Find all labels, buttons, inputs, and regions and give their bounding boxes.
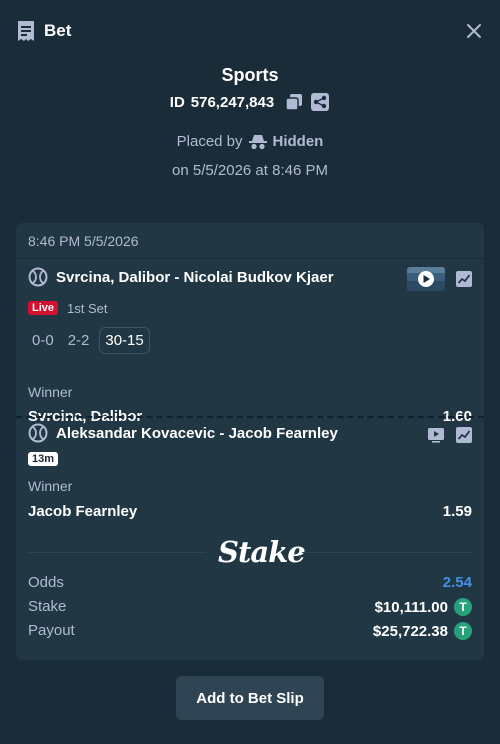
live-stream-thumbnail[interactable] xyxy=(407,267,445,291)
incognito-icon xyxy=(248,134,267,149)
tennis-ball-icon xyxy=(28,267,48,287)
stats-icon[interactable] xyxy=(455,426,473,444)
selection-odds: 1.59 xyxy=(442,503,472,520)
bet-slip-icon xyxy=(18,21,34,41)
selection-name: Jacob Fearnley xyxy=(28,503,138,520)
market-label: Winner xyxy=(28,478,73,494)
bet-id-label: ID xyxy=(169,93,185,111)
copy-icon[interactable] xyxy=(284,92,304,112)
start-time-badge: 13m xyxy=(28,452,59,466)
bet-card: 8:46 PM 5/5/2026 Svrcina, Dalibor - Nico… xyxy=(16,223,484,660)
divider xyxy=(302,552,472,553)
bet-id-row: ID 576,247,843 xyxy=(0,92,500,112)
stake-amount: $10,111.00 T xyxy=(375,598,472,616)
stats-icon[interactable] xyxy=(455,270,473,288)
stake-logo: Stake xyxy=(218,535,306,569)
odds-label: Odds xyxy=(28,574,64,591)
brand-divider: Stake xyxy=(28,535,472,571)
tennis-ball-icon xyxy=(28,423,48,443)
close-icon[interactable] xyxy=(464,20,484,42)
divider xyxy=(28,552,206,553)
market-label: Winner xyxy=(28,384,73,400)
modal-title: Bet xyxy=(44,21,72,40)
score-sets: 0-0 xyxy=(32,332,54,349)
payout-row: Payout $25,722.38 T xyxy=(28,622,472,644)
odds-row: Odds 2.54 xyxy=(28,574,472,596)
odds-value: 2.54 xyxy=(442,574,472,591)
placed-by-row: Placed by Hidden xyxy=(0,133,500,150)
sport-title: Sports xyxy=(221,65,279,85)
modal-header: Bet xyxy=(0,0,500,62)
placed-by-label: Placed by xyxy=(176,133,243,150)
stake-row: Stake $10,111.00 T xyxy=(28,598,472,620)
stake-value: $10,111.00 xyxy=(374,598,448,616)
tether-icon: T xyxy=(454,622,472,640)
match-title[interactable]: Aleksandar Kovacevic - Jacob Fearnley xyxy=(56,425,338,442)
payout-amount: $25,722.38 T xyxy=(373,622,472,640)
bet-leg: Aleksandar Kovacevic - Jacob Fearnley 13… xyxy=(16,417,484,527)
score-games: 2-2 xyxy=(67,332,90,349)
payout-value: $25,722.38 xyxy=(372,622,448,640)
placed-by-user: Hidden xyxy=(272,133,324,150)
score-points: 30-15 xyxy=(99,327,150,354)
bet-id-value: 576,247,843 xyxy=(190,93,275,111)
share-icon[interactable] xyxy=(310,92,330,112)
match-period: 1st Set xyxy=(67,301,108,316)
bet-timestamp: 8:46 PM 5/5/2026 xyxy=(28,233,139,249)
tv-stream-icon[interactable] xyxy=(427,426,445,444)
stake-label: Stake xyxy=(28,598,67,615)
placed-date: on 5/5/2026 at 8:46 PM xyxy=(172,162,328,179)
add-to-bet-slip-button[interactable]: Add to Bet Slip xyxy=(176,676,324,720)
bet-leg: Svrcina, Dalibor - Nicolai Budkov Kjaer … xyxy=(16,259,484,425)
live-badge: Live xyxy=(28,301,59,315)
match-title[interactable]: Svrcina, Dalibor - Nicolai Budkov Kjaer xyxy=(56,269,334,286)
tether-icon: T xyxy=(454,598,472,616)
score-row: 0-0 2-2 30-15 xyxy=(28,327,150,354)
payout-label: Payout xyxy=(28,622,75,639)
